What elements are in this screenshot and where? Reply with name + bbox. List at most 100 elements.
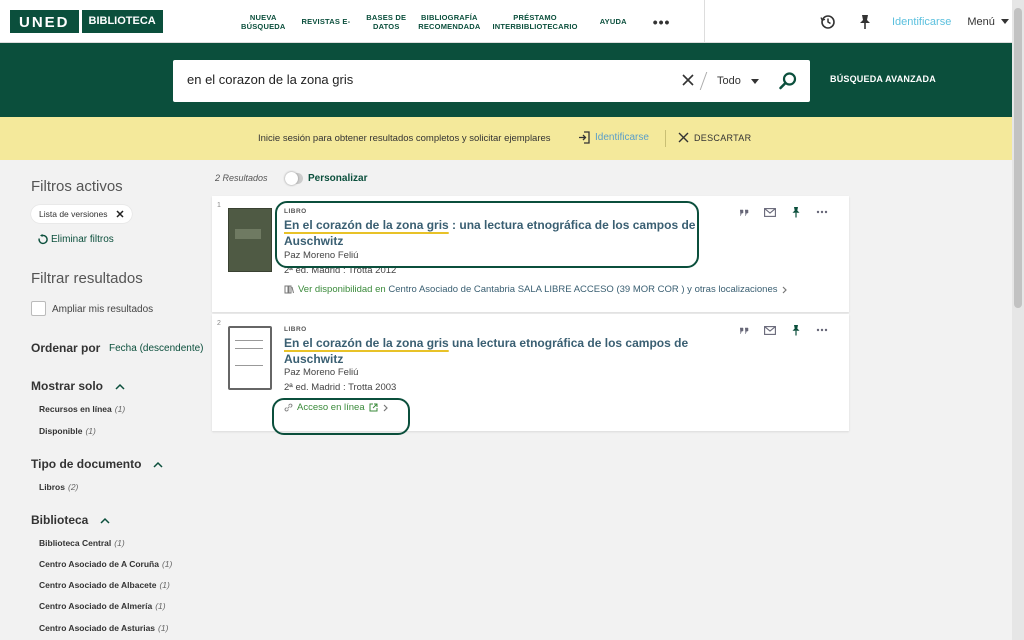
facet-item-count: (1) xyxy=(114,538,125,548)
result-card: 2 LIBRO En el corazón de la zona gris un… xyxy=(212,314,849,431)
availability-label: Ver disponibilidad en xyxy=(298,284,386,295)
chevron-up-icon xyxy=(153,461,163,468)
external-link-icon xyxy=(369,403,378,412)
uned-logo[interactable]: UNED BIBLIOTECA xyxy=(10,10,163,33)
nav-interlibrary-loan[interactable]: PRÉSTAMO INTERBIBLIOTECARIO xyxy=(486,13,583,31)
scope-value: Todo xyxy=(717,75,741,87)
results-count: 2 Resultados xyxy=(215,173,268,183)
main-nav: NUEVA BÚSQUEDA REVISTAS E- BASES DE DATOS … xyxy=(235,0,688,43)
citation-icon[interactable] xyxy=(739,208,749,217)
remove-filter-icon[interactable] xyxy=(115,210,124,218)
chevron-up-icon xyxy=(115,383,125,390)
facet-item-count: (1) xyxy=(155,601,166,611)
result-card: 1 LIBRO En el corazón de la zona gris : … xyxy=(212,196,849,312)
facet-item-label: Centro Asociado de Asturias xyxy=(39,623,156,633)
facet-library[interactable]: Biblioteca xyxy=(31,513,110,527)
facet-item-label: Centro Asociado de A Coruña xyxy=(39,559,159,569)
facet-item-count: (1) xyxy=(159,580,170,590)
book-placeholder-icon[interactable] xyxy=(228,326,272,390)
history-icon[interactable] xyxy=(820,14,836,30)
facet-item[interactable]: Centro Asociado de Almería (1) xyxy=(39,601,166,611)
facet-document-type[interactable]: Tipo de documento xyxy=(31,457,163,471)
facet-item-count: (1) xyxy=(161,559,173,569)
clear-filters-label: Eliminar filtros xyxy=(51,234,114,245)
citation-icon[interactable] xyxy=(739,326,749,335)
personalize-label[interactable]: Personalizar xyxy=(308,173,367,184)
dismiss-button[interactable]: DESCARTAR xyxy=(694,133,751,143)
book-cover-thumbnail[interactable] xyxy=(228,208,272,272)
expand-results-checkbox[interactable] xyxy=(31,301,46,316)
facet-item[interactable]: Disponible (1) xyxy=(39,426,96,436)
facet-item[interactable]: Biblioteca Central (1) xyxy=(39,538,125,548)
online-access-label: Acceso en línea xyxy=(297,402,365,413)
online-access-link[interactable]: Acceso en línea xyxy=(284,402,389,413)
active-filter-chip[interactable]: Lista de versiones xyxy=(31,205,132,223)
caret-down-icon xyxy=(750,78,759,84)
facet-item-label: Libros xyxy=(39,482,65,492)
result-edition: 2ª ed. Madrid : Trotta 2003 xyxy=(284,382,397,393)
chevron-right-icon xyxy=(383,404,389,412)
result-actions xyxy=(739,206,843,218)
nav-new-search[interactable]: NUEVA BÚSQUEDA xyxy=(235,13,292,31)
book-icon xyxy=(284,285,294,294)
search-input[interactable] xyxy=(187,72,667,87)
more-options-icon[interactable] xyxy=(816,210,828,214)
document-type: LIBRO xyxy=(284,208,307,215)
scope-divider xyxy=(699,72,708,90)
scope-dropdown[interactable]: Todo xyxy=(717,75,759,87)
email-icon[interactable] xyxy=(764,325,776,335)
nav-help[interactable]: AYUDA xyxy=(594,17,633,26)
availability-link[interactable]: Ver disponibilidad en Centro Asociado de… xyxy=(284,284,788,295)
nav-recommended[interactable]: BIBLIOGRAFÍA RECOMENDADA xyxy=(412,13,486,31)
menu-button[interactable]: Menú xyxy=(967,16,1009,28)
sort-dropdown[interactable]: Fecha (descendente) xyxy=(109,343,204,354)
sort-label: Ordenar por xyxy=(31,341,101,355)
title-highlight: En el corazón de la zona gris xyxy=(284,336,449,350)
scrollbar-thumb[interactable] xyxy=(1014,8,1022,308)
menu-label: Menú xyxy=(967,15,995,28)
user-area: Identificarse Menú xyxy=(820,0,1009,43)
facet-item[interactable]: Centro Asociado de Asturias (1) xyxy=(39,623,168,633)
caret-down-icon xyxy=(1000,19,1009,25)
clear-filters-button[interactable]: Eliminar filtros xyxy=(37,234,114,245)
clear-search-icon[interactable] xyxy=(681,73,695,87)
more-options-icon[interactable] xyxy=(816,328,828,332)
notice-divider xyxy=(665,130,666,147)
facet-show-only[interactable]: Mostrar solo xyxy=(31,379,125,393)
advanced-search-link[interactable]: BÚSQUEDA AVANZADA xyxy=(830,74,936,84)
facet-item-count: (1) xyxy=(158,623,169,633)
pin-icon[interactable] xyxy=(791,324,801,336)
nav-databases[interactable]: BASES DE DATOS xyxy=(360,13,412,31)
document-type: LIBRO xyxy=(284,326,307,333)
facet-item[interactable]: Libros (2) xyxy=(39,482,78,492)
facet-item[interactable]: Centro Asociado de A Coruña (1) xyxy=(39,559,172,569)
chevron-up-icon xyxy=(100,517,110,524)
close-icon[interactable] xyxy=(678,132,689,143)
title-highlight: En el corazón de la zona gris xyxy=(284,218,449,232)
signin-notice: Inicie sesión para obtener resultados co… xyxy=(0,117,1012,160)
search-icon[interactable] xyxy=(778,71,798,91)
facet-item[interactable]: Recursos en línea (1) xyxy=(39,404,125,414)
result-actions xyxy=(739,324,843,336)
scrollbar[interactable] xyxy=(1012,0,1024,640)
pin-icon[interactable] xyxy=(791,206,801,218)
result-title[interactable]: En el corazón de la zona gris : una lect… xyxy=(284,217,704,249)
facet-item-label: Centro Asociado de Almería xyxy=(39,601,153,611)
top-bar: UNED BIBLIOTECA NUEVA BÚSQUEDA REVISTAS E… xyxy=(0,0,1012,43)
facet-title: Mostrar solo xyxy=(31,379,104,393)
nav-more-button[interactable]: ••• xyxy=(633,14,689,30)
result-author: Paz Moreno Feliú xyxy=(284,367,359,378)
notice-signin-link[interactable]: Identificarse xyxy=(595,132,649,143)
result-title[interactable]: En el corazón de la zona gris una lectur… xyxy=(284,335,704,367)
nav-divider xyxy=(704,0,705,43)
nav-e-journals[interactable]: REVISTAS E- xyxy=(296,17,357,26)
result-edition: 2ª ed. Madrid : Trotta 2012 xyxy=(284,265,397,276)
personalize-toggle[interactable] xyxy=(285,172,303,185)
result-number: 1 xyxy=(217,202,221,209)
signin-icon[interactable] xyxy=(578,131,590,144)
expand-results-label[interactable]: Ampliar mis resultados xyxy=(52,304,153,315)
pin-icon[interactable] xyxy=(858,14,872,30)
facet-item[interactable]: Centro Asociado de Albacete (1) xyxy=(39,580,170,590)
signin-link[interactable]: Identificarse xyxy=(892,16,951,28)
email-icon[interactable] xyxy=(764,207,776,217)
